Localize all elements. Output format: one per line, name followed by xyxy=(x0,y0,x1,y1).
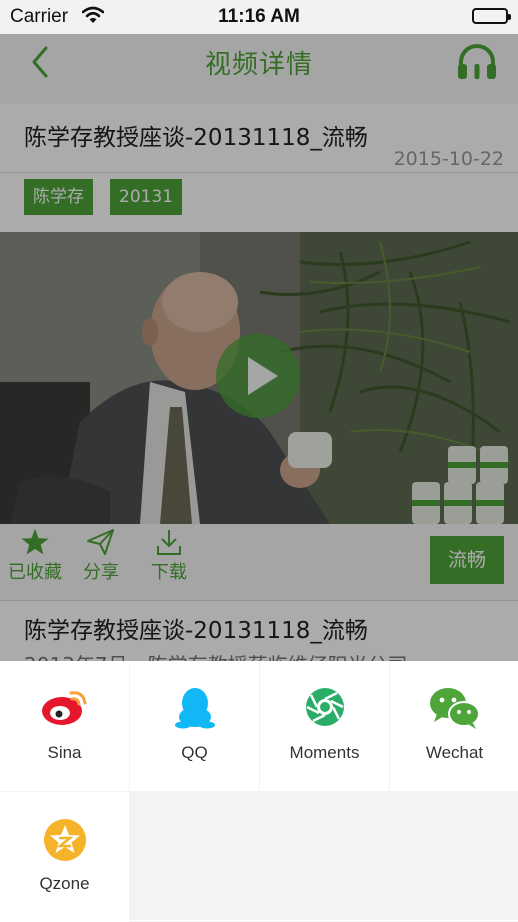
share-qq[interactable]: QQ xyxy=(130,661,259,791)
share-label-wechat: Wechat xyxy=(425,743,484,762)
weibo-icon xyxy=(41,691,86,725)
share-label-sina: Sina xyxy=(47,743,82,762)
share-moments[interactable]: Moments xyxy=(260,661,389,791)
qzone-star-icon xyxy=(43,819,86,861)
status-bar: Carrier 11:16 AM xyxy=(0,0,518,34)
qq-penguin-icon xyxy=(174,688,215,729)
status-time: 11:16 AM xyxy=(218,6,300,27)
share-label-qzone: Qzone xyxy=(39,874,90,893)
share-label-qq: QQ xyxy=(181,743,208,762)
share-sina[interactable]: Sina xyxy=(0,661,129,791)
share-wechat[interactable]: Wechat xyxy=(390,661,518,791)
share-label-moments: Moments xyxy=(289,743,360,762)
share-sheet: Sina QQ Moments Wechat Qzone xyxy=(0,661,518,922)
modal-overlay[interactable] xyxy=(0,34,518,661)
battery-icon xyxy=(472,8,511,24)
wechat-icon xyxy=(429,688,480,729)
share-qzone[interactable]: Qzone xyxy=(0,792,129,922)
moments-aperture-icon xyxy=(305,688,344,726)
